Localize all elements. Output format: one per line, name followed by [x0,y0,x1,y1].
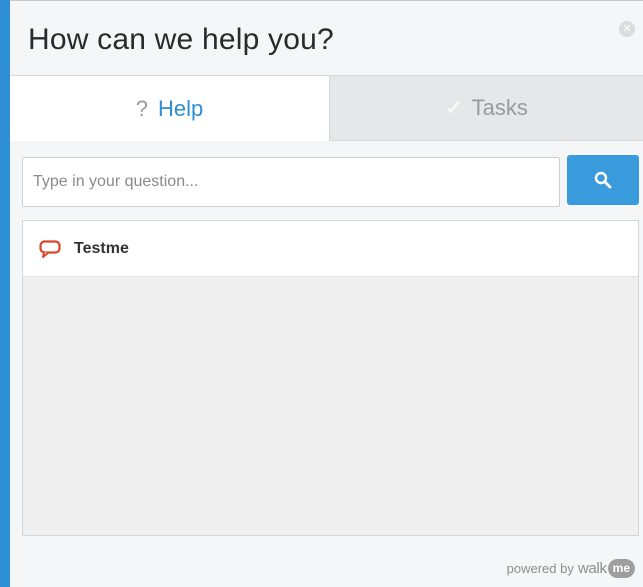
powered-by-text: powered by [506,560,574,576]
speech-bubble-icon [39,240,61,258]
result-label: Testme [74,240,129,257]
tab-help-label: Help [158,95,204,121]
widget-title: How can we help you? [28,23,334,56]
tab-bar: ? Help ✓ Tasks [10,75,643,141]
brand-logo-text: walk [577,559,607,577]
search-input[interactable] [22,157,560,207]
search-button[interactable] [567,155,639,205]
checkmark-icon: ✓ [445,95,464,120]
search-row [22,155,639,207]
widget-header: How can we help you? ✕ [10,1,643,75]
help-widget: How can we help you? ✕ ? Help ✓ Tasks Te… [0,0,643,587]
list-item[interactable]: Testme [23,221,638,277]
tab-tasks[interactable]: ✓ Tasks [330,76,643,141]
results-panel: Testme [22,220,639,536]
question-icon: ? [135,95,148,121]
powered-by-footer[interactable]: powered by walk me [507,555,635,581]
brand-logo-badge: me [607,558,635,578]
tab-tasks-label: Tasks [471,95,528,120]
close-icon[interactable]: ✕ [619,21,635,37]
left-accent-bar [0,0,10,587]
tab-help[interactable]: ? Help [10,76,330,141]
search-icon [594,171,612,189]
